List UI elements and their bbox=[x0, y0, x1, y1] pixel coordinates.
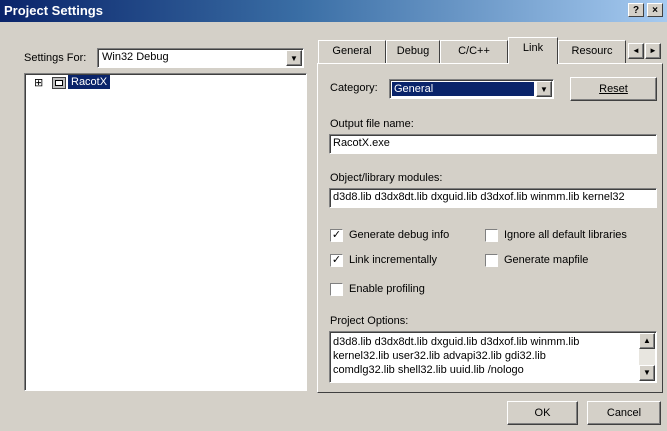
tab-debug[interactable]: Debug bbox=[386, 40, 440, 63]
output-file-label: Output file name: bbox=[330, 118, 414, 130]
title-bar: Project Settings ? × bbox=[0, 0, 667, 22]
ignore-default-libraries-label[interactable]: Ignore all default libraries bbox=[504, 229, 627, 241]
reset-button-label: Reset bbox=[599, 83, 628, 95]
generate-debug-info-label[interactable]: Generate debug info bbox=[349, 229, 449, 241]
enable-profiling-label[interactable]: Enable profiling bbox=[349, 283, 425, 295]
cancel-button[interactable]: Cancel bbox=[587, 401, 661, 425]
project-icon bbox=[52, 77, 66, 89]
project-options-textarea[interactable]: d3d8.lib d3dx8dt.lib dxguid.lib d3dxof.l… bbox=[329, 331, 657, 383]
settings-for-label-text: Settings For: bbox=[24, 52, 87, 64]
project-options-line: d3d8.lib d3dx8dt.lib dxguid.lib d3dxof.l… bbox=[333, 336, 580, 348]
project-options-line: comdlg32.lib shell32.lib uuid.lib /nolog… bbox=[333, 364, 524, 376]
tab-scroll-right-icon[interactable]: ► bbox=[645, 43, 661, 59]
tab-link[interactable]: Link bbox=[508, 37, 558, 64]
tab-scroll-left-icon[interactable]: ◄ bbox=[628, 43, 644, 59]
expand-icon[interactable]: ⊞ bbox=[34, 76, 43, 89]
link-incrementally-label[interactable]: Link incrementally bbox=[349, 254, 437, 266]
settings-for-dropdown[interactable]: Win32 Debug ▼ bbox=[97, 48, 304, 68]
ignore-default-libraries-checkbox[interactable] bbox=[485, 229, 498, 242]
reset-button[interactable]: Reset bbox=[570, 77, 657, 101]
window-title: Project Settings bbox=[4, 3, 103, 18]
project-tree[interactable]: ⊞ RacotX bbox=[24, 73, 307, 391]
link-incrementally-checkbox[interactable]: ✓ bbox=[330, 254, 343, 267]
enable-profiling-checkbox[interactable] bbox=[330, 283, 343, 296]
scroll-down-icon[interactable]: ▼ bbox=[639, 365, 655, 381]
category-label-text: Category: bbox=[330, 82, 378, 94]
ok-button[interactable]: OK bbox=[507, 401, 578, 425]
scrollbar-track[interactable] bbox=[639, 349, 655, 365]
category-label: Category: bbox=[330, 82, 378, 94]
tab-general[interactable]: General bbox=[318, 40, 386, 63]
chevron-down-icon[interactable]: ▼ bbox=[536, 81, 552, 97]
chevron-down-icon[interactable]: ▼ bbox=[286, 50, 302, 66]
generate-debug-info-checkbox[interactable]: ✓ bbox=[330, 229, 343, 242]
category-value: General bbox=[392, 82, 534, 96]
generate-mapfile-label[interactable]: Generate mapfile bbox=[504, 254, 588, 266]
scroll-up-icon[interactable]: ▲ bbox=[639, 333, 655, 349]
settings-for-label: Settings For: bbox=[24, 52, 86, 64]
close-button[interactable]: × bbox=[647, 3, 663, 17]
category-dropdown[interactable]: General ▼ bbox=[389, 79, 554, 99]
project-options-line: kernel32.lib user32.lib advapi32.lib gdi… bbox=[333, 350, 546, 362]
tree-item-racotx[interactable]: RacotX bbox=[68, 75, 111, 89]
settings-for-value: Win32 Debug bbox=[102, 51, 169, 63]
project-options-label: Project Options: bbox=[330, 315, 409, 327]
modules-label: Object/library modules: bbox=[330, 172, 443, 184]
tab-c-cpp[interactable]: C/C++ bbox=[440, 40, 508, 63]
tab-resource[interactable]: Resourc bbox=[558, 40, 626, 63]
generate-mapfile-checkbox[interactable] bbox=[485, 254, 498, 267]
help-button[interactable]: ? bbox=[628, 3, 644, 17]
modules-field[interactable]: d3d8.lib d3dx8dt.lib dxguid.lib d3dxof.l… bbox=[329, 188, 657, 208]
output-file-field[interactable]: RacotX.exe bbox=[329, 134, 657, 154]
